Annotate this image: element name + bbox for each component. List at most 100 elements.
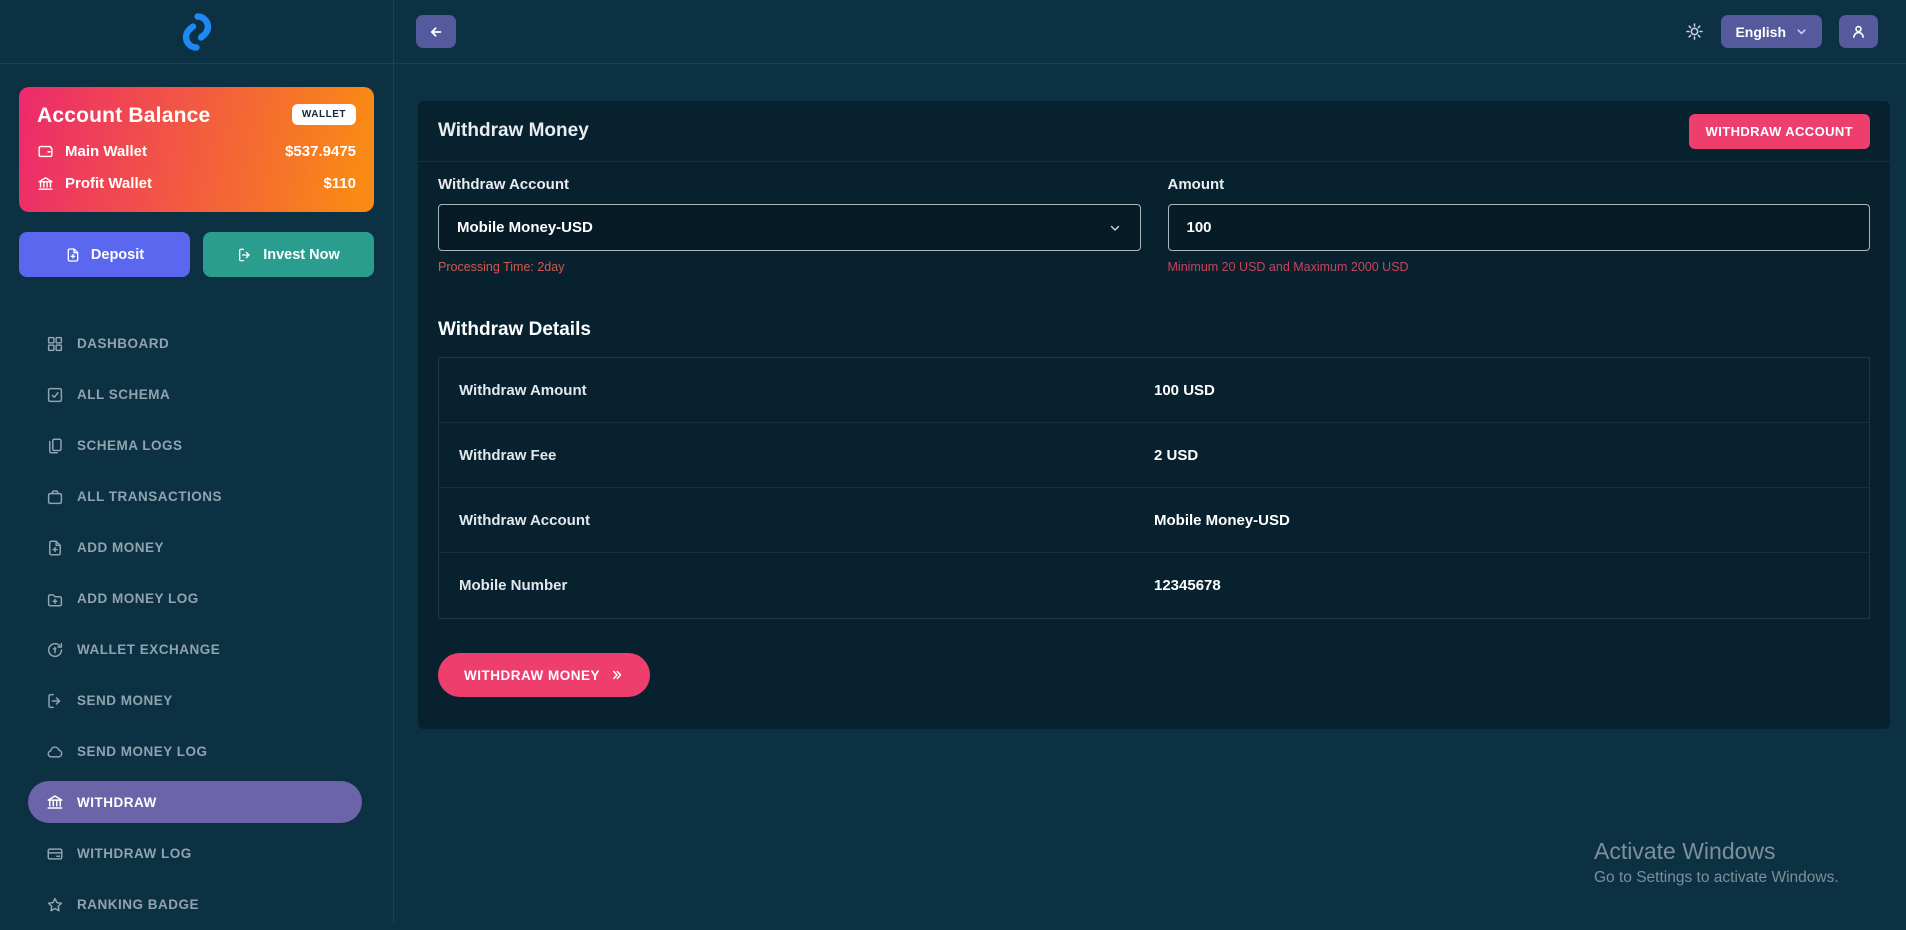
withdraw-account-button[interactable]: WITHDRAW ACCOUNT [1689, 114, 1870, 149]
grid-icon [46, 335, 64, 353]
sidebar-header [0, 0, 393, 64]
sidebar-item-label: WITHDRAW LOG [77, 846, 192, 861]
folder-plus-icon [46, 590, 64, 608]
detail-label: Mobile Number [459, 577, 1154, 594]
sidebar-item-label: WALLET EXCHANGE [77, 642, 220, 657]
invest-now-button[interactable]: Invest Now [203, 232, 374, 277]
profit-wallet-label: Profit Wallet [65, 175, 152, 192]
detail-value: 100 USD [1154, 382, 1215, 399]
card-header: Withdraw Money WITHDRAW ACCOUNT [418, 101, 1890, 162]
withdraw-account-select[interactable]: Mobile Money-USD [438, 204, 1141, 251]
briefcase-icon [46, 488, 64, 506]
sidebar-item-label: ADD MONEY [77, 540, 164, 555]
sidebar-item-withdraw-log[interactable]: WITHDRAW LOG [0, 828, 393, 879]
amount-label: Amount [1168, 176, 1871, 193]
sidebar-item-label: SCHEMA LOGS [77, 438, 183, 453]
sidebar-item-label: WITHDRAW [77, 795, 157, 810]
amount-input[interactable] [1168, 204, 1871, 251]
sidebar-item-ranking-badge[interactable]: RANKING BADGE [0, 879, 393, 930]
language-label: English [1735, 24, 1786, 40]
wallet-actions: Deposit Invest Now [19, 232, 374, 277]
main-wallet-label: Main Wallet [65, 143, 147, 160]
sidebar-item-all-schema[interactable]: ALL SCHEMA [0, 369, 393, 420]
wallet-icon [37, 143, 54, 160]
language-selector[interactable]: English [1721, 15, 1822, 48]
person-icon [1850, 23, 1867, 40]
table-row: Withdraw Account Mobile Money-USD [439, 488, 1869, 553]
withdraw-money-card: Withdraw Money WITHDRAW ACCOUNT Withdraw… [418, 101, 1890, 729]
watermark-subtitle: Go to Settings to activate Windows. [1594, 869, 1839, 887]
sidebar-item-withdraw[interactable]: WITHDRAW [28, 781, 362, 823]
withdraw-account-field: Withdraw Account Mobile Money-USD Proces… [438, 176, 1141, 274]
withdraw-account-selected-value: Mobile Money-USD [457, 219, 593, 236]
detail-label: Withdraw Account [459, 512, 1154, 529]
table-row: Withdraw Fee 2 USD [439, 423, 1869, 488]
cloud-icon [46, 743, 64, 761]
main-wallet-value: $537.9475 [285, 143, 356, 160]
detail-value: Mobile Money-USD [1154, 512, 1290, 529]
sidebar-item-label: SEND MONEY LOG [77, 744, 208, 759]
account-balance-card: Account Balance WALLET Main Wallet $537.… [19, 87, 374, 212]
check-square-icon [46, 386, 64, 404]
sidebar-nav: DASHBOARD ALL SCHEMA SCHEMA LOGS [0, 318, 393, 930]
sidebar-item-all-transactions[interactable]: ALL TRANSACTIONS [0, 471, 393, 522]
sidebar-item-schema-logs[interactable]: SCHEMA LOGS [0, 420, 393, 471]
detail-label: Withdraw Fee [459, 447, 1154, 464]
send-icon [46, 692, 64, 710]
sidebar-item-label: ALL SCHEMA [77, 387, 170, 402]
copy-icon [46, 437, 64, 455]
brand-logo-icon[interactable] [174, 9, 220, 55]
deposit-label: Deposit [91, 247, 144, 263]
processing-time-helper: Processing Time: 2day [438, 260, 1141, 274]
windows-activation-watermark: Activate Windows Go to Settings to activ… [1594, 838, 1839, 887]
detail-value: 2 USD [1154, 447, 1198, 464]
sidebar-item-send-money[interactable]: SEND MONEY [0, 675, 393, 726]
profit-wallet-row: Profit Wallet $110 [37, 175, 356, 192]
wallet-badge: WALLET [292, 104, 356, 125]
detail-value: 12345678 [1154, 577, 1221, 594]
sidebar-item-label: DASHBOARD [77, 336, 169, 351]
sidebar-item-label: ALL TRANSACTIONS [77, 489, 222, 504]
content-area: Withdraw Money WITHDRAW ACCOUNT Withdraw… [394, 64, 1906, 924]
arrow-export-icon [237, 247, 253, 263]
back-button[interactable] [416, 15, 456, 48]
page-title: Withdraw Money [438, 120, 589, 142]
star-icon [46, 896, 64, 914]
theme-toggle-sun-icon[interactable] [1685, 22, 1704, 41]
file-plus-icon [65, 247, 81, 263]
chevron-down-icon [1108, 221, 1122, 235]
withdraw-money-label: WITHDRAW MONEY [464, 668, 600, 683]
card-body: Withdraw Account Mobile Money-USD Proces… [418, 162, 1890, 697]
table-row: Mobile Number 12345678 [439, 553, 1869, 618]
bank-icon [37, 175, 54, 192]
sidebar-item-label: SEND MONEY [77, 693, 173, 708]
double-chevron-right-icon [610, 668, 624, 682]
withdraw-details-title: Withdraw Details [438, 319, 1870, 341]
sidebar-item-send-money-log[interactable]: SEND MONEY LOG [0, 726, 393, 777]
sidebar: Account Balance WALLET Main Wallet $537.… [0, 0, 394, 924]
sidebar-item-label: RANKING BADGE [77, 897, 199, 912]
file-plus-icon [46, 539, 64, 557]
arrow-left-icon [427, 23, 445, 41]
credit-card-icon [46, 845, 64, 863]
exchange-icon [46, 641, 64, 659]
profile-button[interactable] [1839, 15, 1878, 48]
sidebar-item-wallet-exchange[interactable]: WALLET EXCHANGE [0, 624, 393, 675]
profit-wallet-value: $110 [323, 175, 356, 192]
bank-icon [46, 793, 64, 811]
withdraw-form: Withdraw Account Mobile Money-USD Proces… [438, 176, 1870, 274]
sidebar-item-add-money[interactable]: ADD MONEY [0, 522, 393, 573]
table-row: Withdraw Amount 100 USD [439, 358, 1869, 423]
sidebar-item-dashboard[interactable]: DASHBOARD [0, 318, 393, 369]
balance-card-title: Account Balance [37, 104, 210, 128]
invest-now-label: Invest Now [263, 247, 340, 263]
withdraw-details-table: Withdraw Amount 100 USD Withdraw Fee 2 U… [438, 357, 1870, 619]
topbar: English [394, 0, 1906, 64]
deposit-button[interactable]: Deposit [19, 232, 190, 277]
withdraw-money-button[interactable]: WITHDRAW MONEY [438, 653, 650, 697]
main-area: English Withdraw Money WITHDRAW A [394, 0, 1906, 924]
amount-field: Amount Minimum 20 USD and Maximum 2000 U… [1168, 176, 1871, 274]
sidebar-item-add-money-log[interactable]: ADD MONEY LOG [0, 573, 393, 624]
sidebar-item-label: ADD MONEY LOG [77, 591, 199, 606]
watermark-title: Activate Windows [1594, 838, 1839, 865]
